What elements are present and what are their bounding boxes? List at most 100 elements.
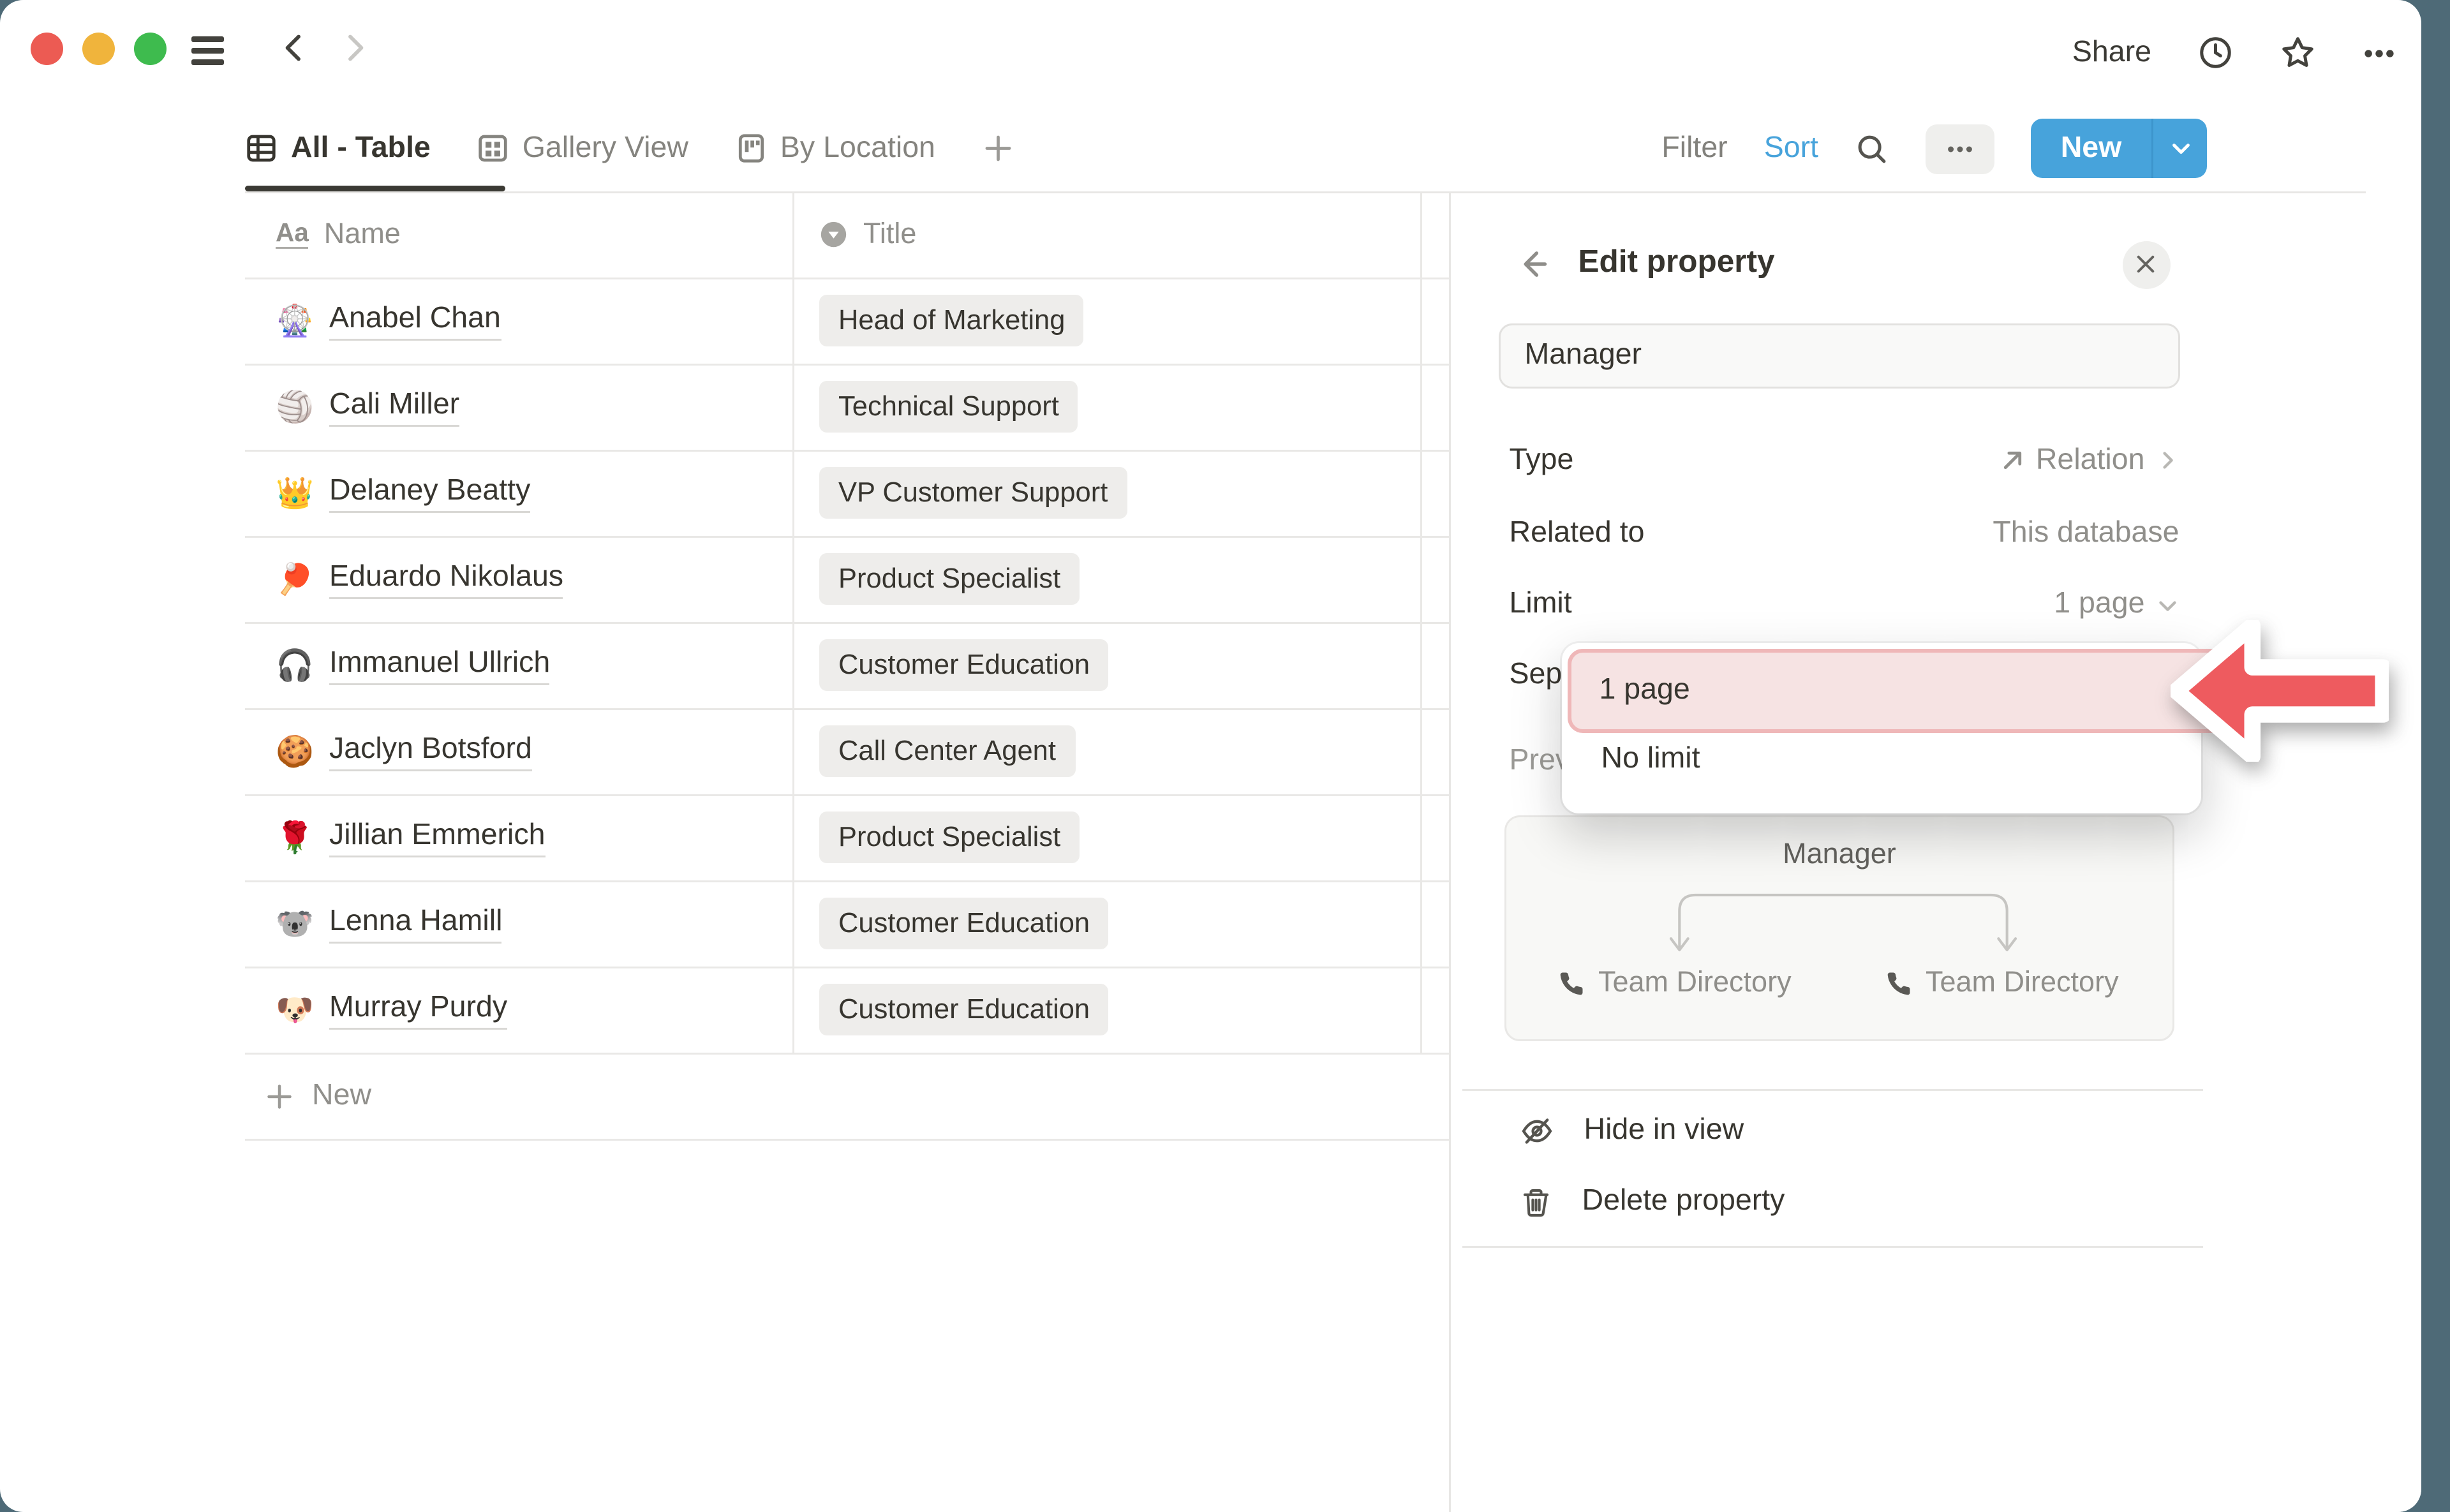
- eye-off-icon: [1519, 1113, 1554, 1148]
- row-spacer: [1422, 796, 1448, 880]
- page-emoji-icon: 🐶: [276, 991, 312, 1029]
- page-name: Anabel Chan: [329, 302, 501, 340]
- hide-in-view-button[interactable]: Hide in view: [1519, 1108, 1744, 1153]
- view-more-button[interactable]: [1926, 124, 1994, 174]
- name-cell[interactable]: 🌹Jillian Emmerich: [245, 796, 794, 880]
- column-header-name[interactable]: Aa Name: [245, 193, 794, 277]
- table-row: 👑Delaney Beatty VP Customer Support: [245, 451, 1448, 537]
- phone-icon: [1885, 970, 1912, 997]
- view-tabs: All - Table Gallery View By Location: [245, 105, 1014, 191]
- relation-connector-lines: [1669, 886, 2017, 959]
- column-title-label: Title: [863, 218, 916, 251]
- database-table: Aa Name Title 🎡 Anabel Chan Head of Marke…: [245, 193, 1448, 1140]
- table-header-row: Aa Name Title: [245, 193, 1448, 279]
- name-cell[interactable]: 🎡 Anabel Chan: [245, 279, 794, 363]
- field-related-to[interactable]: Related to This database: [1510, 510, 2179, 556]
- desktop: Share All - Table: [0, 0, 2450, 1512]
- table-row: 🎡 Anabel Chan Head of Marketing: [245, 279, 1448, 365]
- zoom-window-button[interactable]: [134, 33, 167, 65]
- title-tag: Customer Education: [819, 639, 1109, 691]
- row-spacer: [1422, 709, 1448, 794]
- more-options-icon[interactable]: [2362, 36, 2396, 70]
- row-spacer: [1422, 365, 1448, 449]
- tab-gallery-view[interactable]: Gallery View: [477, 131, 688, 166]
- panel-title: Edit property: [1578, 245, 1775, 281]
- page-name: Immanuel Ullrich: [329, 646, 550, 685]
- column-name-label: Name: [324, 218, 401, 251]
- title-tag: Customer Education: [819, 984, 1109, 1035]
- name-cell[interactable]: 🐨Lenna Hamill: [245, 882, 794, 966]
- new-button-group: New: [2031, 119, 2207, 178]
- plus-icon: [264, 1081, 295, 1111]
- page-name: Jaclyn Botsford: [329, 732, 532, 771]
- field-type[interactable]: Type Relation: [1510, 438, 2179, 484]
- board-view-icon: [734, 132, 767, 165]
- sort-button[interactable]: Sort: [1764, 131, 1818, 166]
- name-cell[interactable]: 🐶Murray Purdy: [245, 968, 794, 1052]
- table-row: 🍪 Jaclyn Botsford Call Center Agent: [245, 709, 1448, 796]
- panel-close-button[interactable]: [2122, 241, 2170, 288]
- search-icon[interactable]: [1855, 131, 1889, 166]
- relation-preview-card: Manager Team Directory Team Directory: [1504, 815, 2174, 1041]
- title-cell[interactable]: Customer Education: [794, 882, 1422, 966]
- page-emoji-icon: 🍪: [276, 732, 312, 771]
- action-label: Hide in view: [1584, 1113, 1744, 1148]
- name-cell[interactable]: 🏐Cali Miller: [245, 365, 794, 449]
- page-emoji-icon: 🏐: [276, 388, 312, 426]
- title-cell[interactable]: Head of Marketing: [794, 279, 1422, 363]
- forward-icon[interactable]: [337, 31, 371, 65]
- titlebar-actions: Share: [2072, 0, 2396, 105]
- dropdown-option-no-limit[interactable]: No limit: [1601, 743, 1700, 777]
- preview-child-item: Team Directory: [1885, 967, 2119, 999]
- filter-button[interactable]: Filter: [1661, 131, 1727, 166]
- name-cell[interactable]: 🍪 Jaclyn Botsford: [245, 709, 794, 794]
- title-cell[interactable]: Call Center Agent: [794, 709, 1422, 794]
- title-tag: Product Specialist: [819, 553, 1080, 605]
- tab-by-location[interactable]: By Location: [734, 131, 935, 166]
- title-cell[interactable]: VP Customer Support: [794, 451, 1422, 535]
- chevron-down-icon: [2155, 593, 2179, 618]
- page-name: Jillian Emmerich: [329, 819, 546, 857]
- sidebar-menu-icon[interactable]: [191, 36, 224, 65]
- name-cell[interactable]: 🎧 Immanuel Ullrich: [245, 623, 794, 708]
- tab-label: Gallery View: [523, 131, 688, 166]
- history-clock-icon[interactable]: [2197, 34, 2234, 71]
- page-emoji-icon: 🐨: [276, 905, 312, 943]
- table-row: 🌹Jillian Emmerich Product Specialist: [245, 796, 1448, 882]
- traffic-lights: [31, 33, 167, 65]
- back-icon[interactable]: [278, 31, 312, 65]
- new-button[interactable]: New: [2031, 119, 2153, 178]
- preview-child-label: Team Directory: [1926, 967, 2119, 999]
- page-emoji-icon: 🎡: [276, 302, 312, 340]
- title-cell[interactable]: Technical Support: [794, 365, 1422, 449]
- action-label: Delete property: [1582, 1185, 1785, 1219]
- select-property-icon: [819, 220, 848, 249]
- share-button[interactable]: Share: [2072, 36, 2151, 70]
- add-row-button[interactable]: New: [245, 1054, 1448, 1140]
- delete-property-button[interactable]: Delete property: [1519, 1179, 1785, 1225]
- option-label: 1 page: [1600, 674, 1690, 708]
- property-name-input[interactable]: Manager: [1498, 323, 2179, 389]
- add-view-icon[interactable]: [981, 132, 1014, 165]
- tab-all-table[interactable]: All - Table: [245, 131, 431, 166]
- title-cell[interactable]: Product Specialist: [794, 537, 1422, 621]
- favorite-star-icon[interactable]: [2280, 34, 2316, 71]
- column-header-title[interactable]: Title: [794, 193, 1422, 277]
- tab-label: All - Table: [291, 131, 431, 166]
- new-dropdown-button[interactable]: [2153, 119, 2207, 178]
- title-cell[interactable]: Product Specialist: [794, 796, 1422, 880]
- name-cell[interactable]: 🏓Eduardo Nikolaus: [245, 537, 794, 621]
- close-window-button[interactable]: [31, 33, 63, 65]
- page-emoji-icon: 🎧: [276, 646, 312, 685]
- preview-child-item: Team Directory: [1558, 967, 1792, 999]
- minimize-window-button[interactable]: [82, 33, 115, 65]
- dropdown-option-1-page[interactable]: 1 page: [1567, 649, 2246, 733]
- title-cell[interactable]: Customer Education: [794, 623, 1422, 708]
- field-limit[interactable]: Limit 1 page: [1510, 582, 2179, 628]
- panel-back-icon[interactable]: [1515, 246, 1550, 281]
- row-spacer: [1422, 623, 1448, 708]
- name-cell[interactable]: 👑Delaney Beatty: [245, 451, 794, 535]
- title-cell[interactable]: Customer Education: [794, 968, 1422, 1052]
- title-tag: Technical Support: [819, 381, 1078, 433]
- field-value: 1 page: [2054, 588, 2144, 622]
